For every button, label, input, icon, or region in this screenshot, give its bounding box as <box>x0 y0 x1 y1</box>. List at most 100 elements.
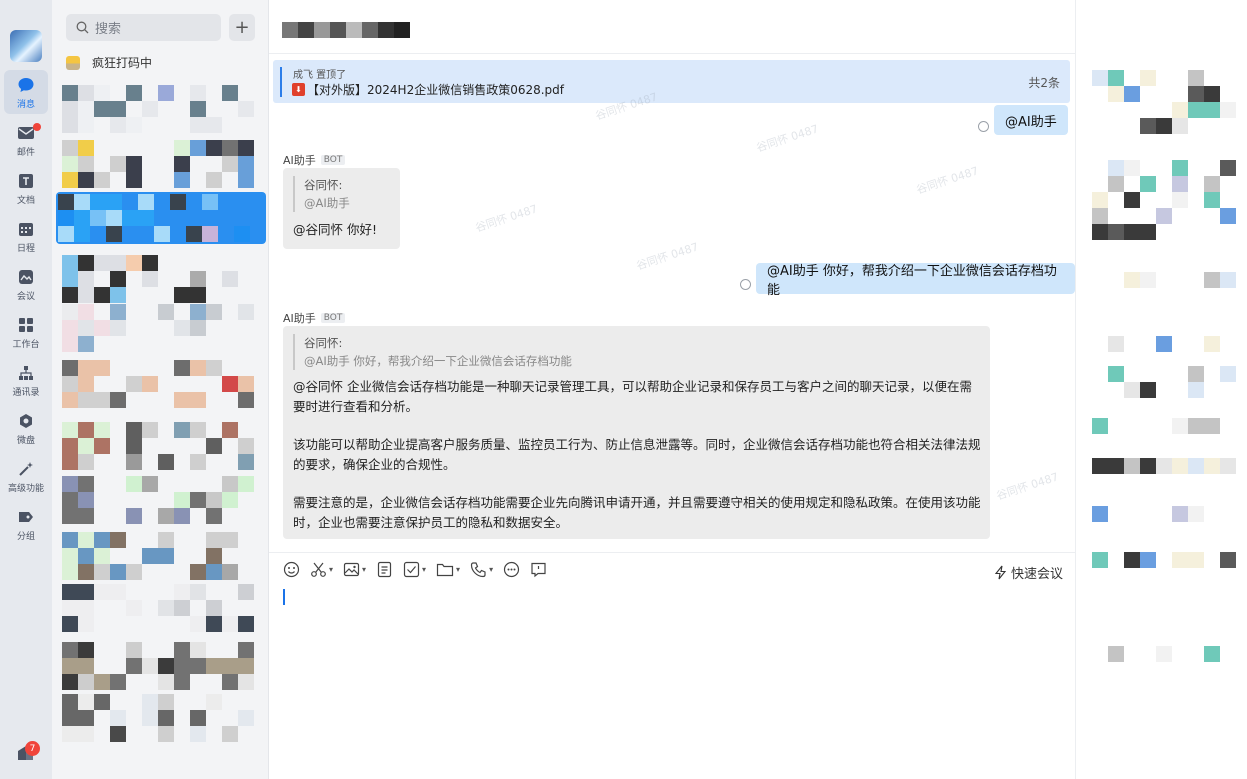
bot-sender: AI助手 BOT <box>283 310 346 326</box>
session-item-redacted[interactable] <box>56 192 266 244</box>
session-item-redacted[interactable] <box>60 253 265 305</box>
pdf-file-icon: ⬇ <box>292 83 305 96</box>
folder-button[interactable]: ▾ <box>436 561 460 578</box>
session-item-redacted[interactable] <box>60 302 265 354</box>
session-item-redacted[interactable] <box>60 83 265 135</box>
redacted-pixel <box>1188 382 1204 398</box>
sender-name: AI助手 <box>283 154 316 167</box>
redacted-pixel <box>1092 458 1108 474</box>
quick-meeting-button[interactable]: 快速会议 <box>994 563 1063 582</box>
chat-record-button[interactable] <box>530 561 547 578</box>
redacted-pixel <box>1108 70 1124 86</box>
todo-button[interactable]: ▾ <box>403 561 426 578</box>
session-item-redacted[interactable] <box>60 640 265 692</box>
session-item-redacted[interactable] <box>60 530 265 582</box>
pinned-count[interactable]: 共2条 <box>1028 74 1060 91</box>
doc-icon <box>377 561 392 578</box>
sender-name: AI助手 <box>283 312 316 325</box>
outgoing-message[interactable]: @AI助手 <box>994 105 1068 135</box>
message-text: @谷同怀 你好! <box>293 222 377 237</box>
incoming-message[interactable]: 谷同怀: @AI助手 你好，帮我介绍一下企业微信会话存档功能 @谷同怀 企业微信… <box>283 326 990 539</box>
quote-text: @AI助手 你好，帮我介绍一下企业微信会话存档功能 <box>304 354 572 368</box>
nav-workbench[interactable]: 工作台 <box>4 310 48 354</box>
nav-meeting[interactable]: 会议 <box>4 262 48 306</box>
message-composer[interactable]: ▾ ▾ ▾ ▾ ▾ 快速会议 <box>269 552 1075 779</box>
image-button[interactable]: ▾ <box>343 561 366 578</box>
redacted-pixel <box>1140 118 1156 134</box>
drive-icon <box>16 411 36 431</box>
nav-group[interactable]: 分组 <box>4 502 48 546</box>
redacted-pixel <box>1220 272 1236 288</box>
image-icon <box>343 562 360 577</box>
user-avatar[interactable] <box>10 30 42 62</box>
redacted-pixel <box>1108 646 1124 662</box>
screenshot-button[interactable]: ▾ <box>310 561 333 578</box>
doc-button[interactable] <box>376 561 393 578</box>
pinned-accent-bar <box>280 67 282 97</box>
session-item-redacted[interactable] <box>60 474 265 526</box>
status-row[interactable]: 疯狂打码中 <box>66 54 152 71</box>
nav-messages[interactable]: 消息 <box>4 70 48 114</box>
status-emoji-icon <box>66 55 80 70</box>
redacted-pixel <box>1188 366 1204 382</box>
redacted-pixel <box>1188 418 1204 434</box>
redacted-pixel <box>1204 458 1220 474</box>
session-item-redacted[interactable] <box>60 692 265 744</box>
redacted-pixel <box>1172 506 1188 522</box>
quoted-message[interactable]: 谷同怀: @AI助手 <box>293 176 350 212</box>
chevron-down-icon: ▾ <box>329 565 334 574</box>
watermark: 谷同怀 0487 <box>994 470 1061 503</box>
redacted-pixel <box>1108 160 1124 176</box>
meeting-icon <box>16 267 36 287</box>
read-status-icon <box>978 121 989 132</box>
emoji-button[interactable] <box>283 561 300 578</box>
paragraph-line: 时，企业也需要注意保护员工的隐私和数据安全。 <box>293 515 569 530</box>
redacted-pixel <box>1124 160 1140 176</box>
redacted-pixel <box>1204 272 1220 288</box>
session-item-redacted[interactable] <box>60 582 265 634</box>
nav-mail[interactable]: 邮件 <box>4 118 48 162</box>
chat-panel: 成飞 置顶了 ⬇ 【对外版】2024H2企业微信销售政策0628.pdf 共2条… <box>269 0 1075 779</box>
nav-drive[interactable]: 微盘 <box>4 406 48 450</box>
redacted-pixel <box>1156 336 1172 352</box>
quoted-message[interactable]: 谷同怀: @AI助手 你好，帮我介绍一下企业微信会话存档功能 <box>293 334 572 370</box>
search-input[interactable]: 搜索 <box>66 14 221 41</box>
add-button[interactable]: + <box>229 14 255 41</box>
redacted-pixel <box>1124 552 1140 568</box>
redacted-pixel <box>1140 224 1156 240</box>
session-item-redacted[interactable] <box>60 138 265 190</box>
watermark: 谷同怀 0487 <box>914 164 981 197</box>
redacted-pixel <box>1092 70 1108 86</box>
redacted-pixel <box>1172 118 1188 134</box>
nav-docs[interactable]: 文档 <box>4 166 48 210</box>
redacted-pixel <box>1156 208 1172 224</box>
nav-mail-label: 邮件 <box>16 147 35 158</box>
redacted-pixel <box>1204 176 1220 192</box>
chevron-down-icon: ▾ <box>422 565 427 574</box>
outgoing-message[interactable]: @AI助手 你好，帮我介绍一下企业微信会话存档功能 <box>756 263 1075 298</box>
incoming-message[interactable]: 谷同怀: @AI助手 @谷同怀 你好! <box>283 168 400 249</box>
nav-calendar[interactable]: 日程 <box>4 214 48 258</box>
more-options-button[interactable] <box>503 561 520 578</box>
nav-advanced[interactable]: 高级功能 <box>4 454 48 498</box>
nav-advanced-label: 高级功能 <box>7 483 44 494</box>
pinned-message-bar[interactable]: 成飞 置顶了 ⬇ 【对外版】2024H2企业微信销售政策0628.pdf 共2条 <box>273 60 1070 103</box>
redacted-pixel <box>1108 224 1124 240</box>
chat-title-redacted <box>282 22 410 38</box>
redacted-pixel <box>1172 458 1188 474</box>
session-item-redacted[interactable] <box>60 420 265 472</box>
status-text: 疯狂打码中 <box>92 56 153 70</box>
session-item-redacted[interactable] <box>60 358 265 410</box>
nav-contacts[interactable]: 通讯录 <box>4 358 48 402</box>
redacted-pixel <box>1172 102 1188 118</box>
pinned-file-name: 【对外版】2024H2企业微信销售政策0628.pdf <box>307 83 565 97</box>
pinned-file[interactable]: ⬇ 【对外版】2024H2企业微信销售政策0628.pdf <box>292 81 564 98</box>
redacted-pixel <box>1204 336 1220 352</box>
redacted-pixel <box>1188 552 1204 568</box>
call-button[interactable]: ▾ <box>470 561 493 578</box>
redacted-pixel <box>1140 70 1156 86</box>
nav-group-label: 分组 <box>16 531 35 542</box>
redacted-pixel <box>1108 336 1124 352</box>
redacted-pixel <box>1124 224 1140 240</box>
redacted-pixel <box>1140 272 1156 288</box>
